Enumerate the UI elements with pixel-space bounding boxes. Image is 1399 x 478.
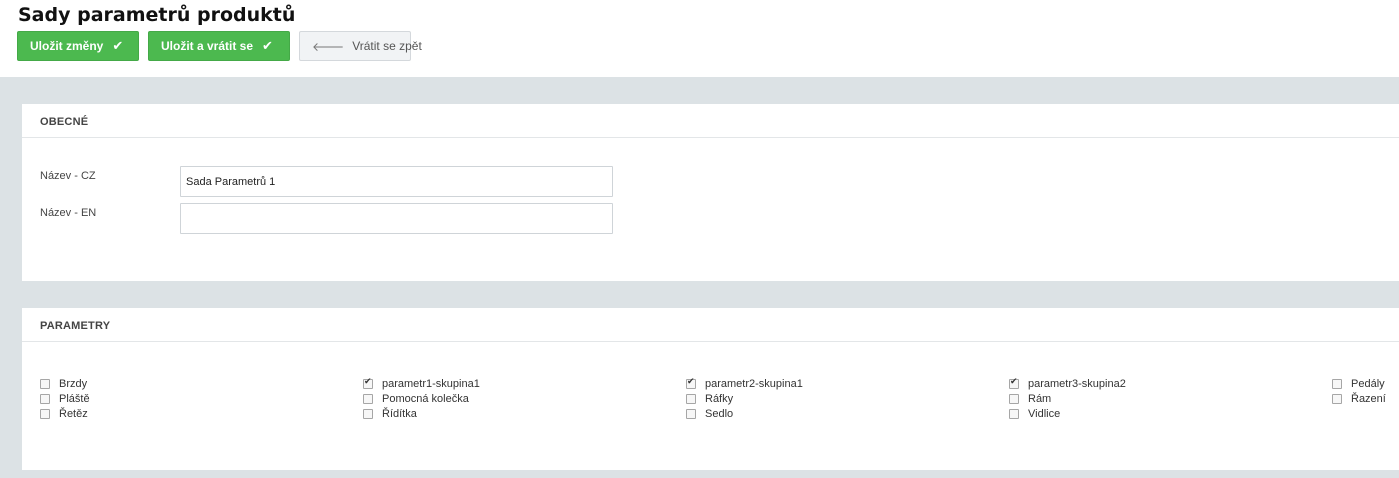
- go-back-button[interactable]: 🡐 Vrátit se zpět: [299, 31, 422, 61]
- parameters-panel: PARAMETRY Brzdy Pláště Řetěz parametr1-s…: [22, 308, 1399, 470]
- save-changes-button[interactable]: Uložit změny ✔: [17, 31, 139, 61]
- parameter-label: Sedlo: [705, 407, 734, 420]
- arrow-left-icon: 🡐: [312, 39, 345, 54]
- page-title: Sady parametrů produktů: [18, 4, 296, 26]
- checkmark-icon: ✔: [262, 38, 273, 53]
- parameter-label: Pomocná kolečka: [382, 392, 469, 405]
- parameter-column: Pedály Řazení: [1332, 376, 1386, 406]
- checkbox[interactable]: [686, 408, 696, 419]
- parameter-option[interactable]: Rám: [1009, 391, 1126, 406]
- parameter-option[interactable]: parametr3-skupina2: [1009, 376, 1126, 391]
- parameter-label: Řetěz: [59, 407, 88, 420]
- parameter-label: Pedály: [1351, 377, 1385, 390]
- checkbox[interactable]: [363, 377, 373, 389]
- save-and-return-label: Uložit a vrátit se: [161, 39, 254, 53]
- parameter-label: parametr3-skupina2: [1028, 377, 1126, 390]
- checkbox[interactable]: [40, 393, 50, 404]
- name-cz-input[interactable]: Sada Parametrů 1: [180, 166, 613, 197]
- name-cz-label: Název - CZ: [40, 170, 96, 182]
- parameter-option[interactable]: Řetěz: [40, 406, 90, 421]
- checkbox[interactable]: [363, 408, 373, 419]
- parameter-option[interactable]: Pláště: [40, 391, 90, 406]
- parameter-label: parametr1-skupina1: [382, 377, 480, 390]
- parameter-option[interactable]: Sedlo: [686, 406, 803, 421]
- parameter-label: parametr2-skupina1: [705, 377, 803, 390]
- checkbox[interactable]: [363, 393, 373, 404]
- parameter-option[interactable]: Pomocná kolečka: [363, 391, 480, 406]
- parameter-label: Řazení: [1351, 392, 1386, 405]
- parameter-option[interactable]: parametr1-skupina1: [363, 376, 480, 391]
- checkbox[interactable]: [1332, 378, 1342, 389]
- parameter-option[interactable]: Řídítka: [363, 406, 480, 421]
- parameter-option[interactable]: Brzdy: [40, 376, 90, 391]
- parameter-option[interactable]: Pedály: [1332, 376, 1386, 391]
- name-en-input[interactable]: [180, 203, 613, 234]
- parameter-option[interactable]: Ráfky: [686, 391, 803, 406]
- parameter-column: Brzdy Pláště Řetěz: [40, 376, 90, 421]
- checkbox[interactable]: [686, 377, 696, 389]
- checkbox[interactable]: [40, 408, 50, 419]
- go-back-label: Vrátit se zpět: [352, 39, 422, 53]
- parameter-option[interactable]: parametr2-skupina1: [686, 376, 803, 391]
- parameter-label: Brzdy: [59, 377, 88, 390]
- parameter-label: Řídítka: [382, 407, 417, 420]
- parameters-panel-title: PARAMETRY: [22, 308, 1399, 342]
- checkbox[interactable]: [1332, 393, 1342, 404]
- parameter-label: Vidlice: [1028, 407, 1061, 420]
- parameter-option[interactable]: Řazení: [1332, 391, 1386, 406]
- general-panel: OBECNÉ Název - CZ Sada Parametrů 1 Název…: [22, 104, 1399, 281]
- checkbox[interactable]: [1009, 377, 1019, 389]
- parameter-column: parametr2-skupina1 Ráfky Sedlo: [686, 376, 803, 421]
- general-panel-title: OBECNÉ: [22, 104, 1399, 138]
- top-bar: Sady parametrů produktů Uložit změny ✔ U…: [0, 0, 1399, 77]
- checkmark-icon: ✔: [112, 38, 124, 53]
- checkbox[interactable]: [1009, 393, 1019, 404]
- checkbox[interactable]: [686, 393, 696, 404]
- parameter-label: Pláště: [59, 392, 90, 405]
- parameter-column: parametr3-skupina2 Rám Vidlice: [1009, 376, 1126, 421]
- parameter-label: Ráfky: [705, 392, 734, 405]
- checkbox[interactable]: [40, 378, 50, 389]
- save-and-return-button[interactable]: Uložit a vrátit se ✔: [148, 31, 290, 61]
- save-changes-label: Uložit změny: [30, 39, 104, 53]
- name-en-label: Název - EN: [40, 207, 97, 219]
- checkbox[interactable]: [1009, 408, 1019, 419]
- parameter-option[interactable]: Vidlice: [1009, 406, 1126, 421]
- parameter-label: Rám: [1028, 392, 1052, 405]
- parameter-column: parametr1-skupina1 Pomocná kolečka Řídít…: [363, 376, 480, 421]
